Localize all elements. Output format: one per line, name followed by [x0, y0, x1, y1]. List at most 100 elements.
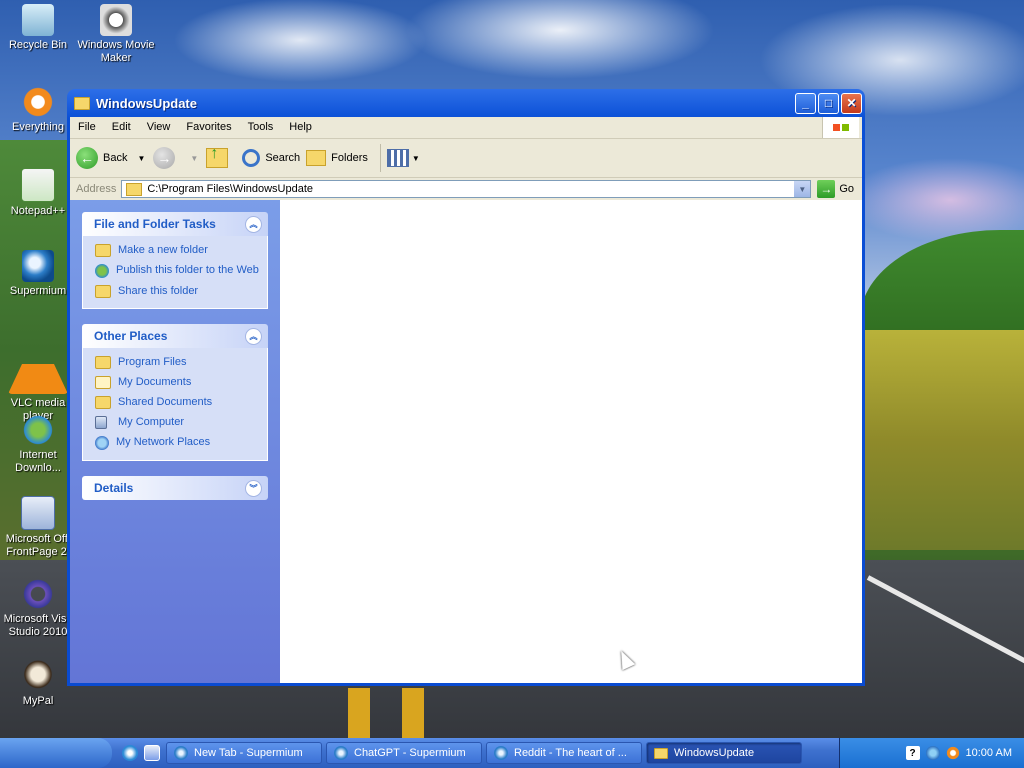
minimize-button[interactable]: _ — [795, 92, 816, 114]
forward-button[interactable]: → — [153, 147, 180, 169]
expand-chevron-icon[interactable]: ︾ — [245, 479, 262, 497]
menu-tools[interactable]: Tools — [240, 117, 282, 138]
menu-file[interactable]: File — [70, 117, 104, 138]
menu-favorites[interactable]: Favorites — [178, 117, 239, 138]
road-yellow-line-right — [402, 688, 424, 738]
place-program-files[interactable]: Program Files — [95, 356, 259, 369]
share-folder-icon — [95, 285, 111, 298]
go-label: Go — [839, 183, 854, 195]
folder-icon — [74, 96, 90, 110]
desktop-icon-label: MyPal — [22, 695, 54, 707]
details-header[interactable]: Details ︾ — [82, 476, 268, 500]
other-places-panel: Other Places ︽ Program Files My Document… — [82, 324, 268, 461]
forward-arrow-icon: → — [153, 147, 176, 169]
place-my-network-places[interactable]: My Network Places — [95, 436, 259, 450]
go-button[interactable]: → Go — [817, 180, 854, 198]
search-button[interactable]: Search — [242, 149, 300, 167]
maximize-button[interactable]: □ — [818, 92, 839, 114]
internet-download-manager-icon — [22, 414, 54, 446]
menu-edit[interactable]: Edit — [104, 117, 139, 138]
toolbar-separator — [379, 144, 381, 172]
task-new-tab-supermium[interactable]: New Tab - Supermium — [166, 742, 322, 764]
other-places-body: Program Files My Documents Shared Docume… — [82, 348, 268, 461]
desktop-icon-movie-maker[interactable]: Windows Movie Maker — [76, 4, 156, 65]
folder-icon — [654, 747, 668, 759]
everything-tray-icon[interactable] — [945, 746, 960, 760]
shared-folder-icon — [95, 396, 111, 409]
internet-explorer-icon[interactable] — [122, 745, 138, 761]
mypal-icon — [22, 660, 54, 692]
windows-flag-logo — [822, 117, 859, 138]
publish-web-icon — [95, 264, 109, 278]
notepadpp-icon — [21, 168, 55, 202]
clock[interactable]: 10:00 AM — [966, 747, 1012, 759]
task-chatgpt-supermium[interactable]: ChatGPT - Supermium — [326, 742, 482, 764]
views-dropdown-icon: ▼ — [411, 153, 420, 163]
desktop-icon-recycle-bin[interactable]: Recycle Bin — [0, 4, 78, 52]
place-my-documents[interactable]: My Documents — [95, 376, 259, 389]
desktop-icon-label: Internet Downlo... — [15, 449, 61, 474]
show-desktop-icon[interactable] — [144, 745, 160, 761]
place-my-computer[interactable]: My Computer — [95, 416, 259, 429]
place-label: My Computer — [118, 416, 185, 428]
views-icon — [386, 149, 409, 167]
window-title: WindowsUpdate — [96, 95, 197, 111]
up-folder-button[interactable] — [206, 145, 236, 168]
search-label: Search — [265, 152, 301, 164]
address-dropdown-icon[interactable]: ▼ — [794, 181, 811, 197]
place-label: My Network Places — [116, 436, 211, 448]
desktop-icon-label: Windows Movie Maker — [77, 39, 155, 64]
close-button[interactable]: ✕ — [841, 92, 862, 114]
task-windowsupdate[interactable]: WindowsUpdate — [646, 742, 802, 764]
file-list-view[interactable] — [280, 200, 862, 683]
window-titlebar[interactable]: WindowsUpdate _ □ ✕ — [70, 89, 862, 117]
my-documents-icon — [95, 376, 111, 389]
views-button[interactable]: ▼ — [386, 149, 420, 167]
address-input[interactable]: C:\Program Files\WindowsUpdate ▼ — [121, 180, 812, 198]
task-pane: File and Folder Tasks ︽ Make a new folde… — [70, 200, 280, 683]
desktop-icon-label: Everything — [12, 121, 64, 133]
taskbar: New Tab - Supermium ChatGPT - Supermium … — [0, 738, 1024, 768]
menu-bar: File Edit View Favorites Tools Help — [70, 117, 862, 139]
start-button[interactable] — [0, 738, 112, 768]
task-share-folder[interactable]: Share this folder — [95, 285, 259, 298]
search-icon — [242, 149, 261, 167]
task-reddit-supermium[interactable]: Reddit - The heart of ... — [486, 742, 642, 764]
place-label: Program Files — [118, 356, 187, 368]
explorer-window: WindowsUpdate _ □ ✕ File Edit View Favor… — [67, 89, 865, 686]
task-publish-folder[interactable]: Publish this folder to the Web — [95, 264, 259, 278]
back-label: Back — [103, 152, 128, 164]
quick-launch — [122, 745, 166, 761]
collapse-chevron-icon[interactable]: ︽ — [245, 327, 262, 345]
task-label: New Tab - Supermium — [194, 747, 303, 759]
address-bar: Address C:\Program Files\WindowsUpdate ▼… — [70, 178, 862, 201]
place-shared-documents[interactable]: Shared Documents — [95, 396, 259, 409]
folders-icon — [306, 150, 327, 166]
help-icon[interactable]: ? — [905, 746, 920, 760]
menu-view[interactable]: View — [139, 117, 179, 138]
recycle-bin-icon — [22, 4, 54, 36]
forward-dropdown-icon[interactable]: ▼ — [190, 154, 198, 163]
my-computer-icon — [95, 416, 107, 429]
network-places-icon — [95, 436, 109, 450]
back-dropdown-icon[interactable]: ▼ — [137, 154, 145, 163]
movie-maker-icon — [100, 4, 132, 36]
system-tray: ? 10:00 AM — [839, 738, 1024, 768]
other-places-header[interactable]: Other Places ︽ — [82, 324, 268, 348]
standard-toolbar: ← Back ▼ → ▼ Search Folders ▼ — [70, 139, 862, 178]
visual-studio-icon — [22, 578, 54, 610]
go-arrow-icon: → — [817, 180, 836, 198]
file-folder-tasks-header[interactable]: File and Folder Tasks ︽ — [82, 212, 268, 236]
folders-button[interactable]: Folders — [306, 150, 368, 166]
road-yellow-line-left — [348, 688, 370, 738]
folders-label: Folders — [331, 152, 368, 164]
desktop-icon-label: Supermium — [9, 285, 67, 297]
file-folder-tasks-body: Make a new folder Publish this folder to… — [82, 236, 268, 309]
collapse-chevron-icon[interactable]: ︽ — [245, 215, 262, 233]
back-button[interactable]: ← Back — [76, 147, 127, 169]
task-make-new-folder[interactable]: Make a new folder — [95, 244, 259, 257]
menu-help[interactable]: Help — [281, 117, 320, 138]
place-label: Shared Documents — [118, 396, 213, 408]
desktop-icon-label: Notepad++ — [10, 205, 66, 217]
network-icon[interactable] — [925, 746, 940, 760]
